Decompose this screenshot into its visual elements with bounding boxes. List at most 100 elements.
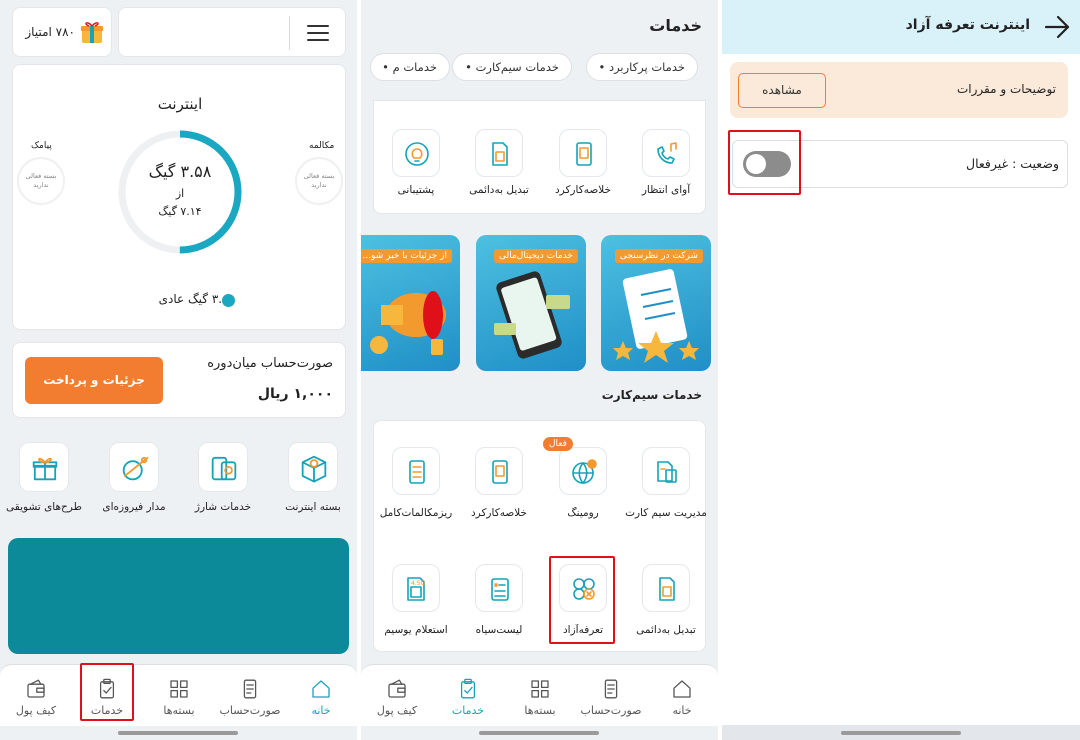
sim-service-item[interactable]: تبدیل به‌دائمی — [624, 564, 708, 640]
chip-sim-label: خدمات سیم‌کارت — [475, 60, 559, 74]
charge-services-tile — [198, 442, 248, 492]
charge-services-icon — [207, 451, 241, 489]
home-indicator — [841, 731, 961, 735]
service-tile — [392, 447, 440, 495]
bottom-nav: خانه صورت‌حساب بسته‌ها خدمات کیف پول — [0, 664, 357, 726]
usage-summary-icon — [485, 457, 515, 491]
quick-action-label: مدار فیروزه‌ای — [102, 501, 166, 513]
service-label: مدیریت سیم کارت — [625, 507, 707, 519]
wallet-icon — [362, 677, 432, 701]
nav-item[interactable]: کیف پول — [362, 665, 432, 727]
status-toggle[interactable] — [743, 151, 791, 177]
service-tile — [475, 447, 523, 495]
gift-icon — [81, 20, 103, 44]
nav-item[interactable]: بسته‌ها — [505, 665, 575, 727]
packages-grid-icon — [144, 677, 214, 701]
bill-icon — [215, 677, 285, 701]
detail-title: اینترنت تعرفه آزاد — [905, 17, 1030, 33]
popular-services-card: آوای انتظار خلاصه‌کارکرد تبدیل به‌دائمی پشت… — [373, 100, 706, 214]
banner-digital-finance[interactable]: خدمات دیجیتال‌مالی — [476, 235, 586, 371]
nav-label: بسته‌ها — [524, 704, 556, 717]
usage-summary-icon — [569, 139, 599, 173]
service-label: آوای انتظار — [641, 184, 691, 196]
home-indicator — [479, 731, 599, 735]
nav-item[interactable]: صورت‌حساب — [576, 665, 646, 727]
turquoise-orbit-tile — [109, 442, 159, 492]
internet-package-tile — [288, 442, 338, 492]
popular-service-item[interactable]: تبدیل به‌دائمی — [457, 129, 541, 205]
megaphone-illustration — [370, 291, 446, 355]
service-tile — [642, 564, 690, 612]
free-tariff-icon — [569, 574, 599, 608]
popular-service-item[interactable]: پشتیبانی — [374, 129, 458, 205]
nav-item[interactable]: خانه — [647, 665, 717, 727]
internet-usage-card[interactable]: اینترنت ۳.۵۸ گیگ از ۷.۱۴ گیگ پیامک بسته … — [12, 64, 346, 330]
sim-service-item[interactable]: لیست‌سیاه — [457, 564, 541, 640]
gift-plans-icon — [28, 451, 62, 489]
service-tile — [642, 129, 690, 177]
quick-action-item[interactable]: بسته اینترنت — [268, 442, 357, 522]
bill-card: صورت‌حساب میان‌دوره ۱,۰۰۰ ریال جزئیات و … — [12, 342, 346, 418]
view-terms-button[interactable]: مشاهده — [738, 73, 826, 108]
popular-service-item[interactable]: آوای انتظار — [624, 129, 708, 205]
call-ring[interactable]: بسته فعالی ندارید — [295, 157, 343, 205]
bill-title: صورت‌حساب میان‌دوره — [207, 356, 333, 371]
sim-service-item[interactable]: ریزمکالمات‌کامل — [374, 447, 458, 523]
quick-action-item[interactable]: خدمات شارژ — [178, 442, 268, 522]
nav-item[interactable]: خانه — [286, 665, 356, 727]
roaming-globe-icon — [569, 457, 599, 491]
nav-item[interactable]: خدمات — [433, 665, 503, 727]
popular-service-item[interactable]: خلاصه‌کارکرد — [541, 129, 625, 205]
service-label: ریزمکالمات‌کامل — [379, 507, 453, 519]
call-details-icon — [402, 457, 432, 491]
sms-ring[interactable]: بسته فعالی ندارید — [17, 157, 65, 205]
gift-plans-tile — [19, 442, 69, 492]
survey-illustration — [613, 269, 699, 363]
banner-survey[interactable]: شرکت در نظرسنجی — [601, 235, 711, 371]
wallet-icon — [1, 677, 71, 701]
hamburger-menu-icon[interactable] — [307, 24, 329, 42]
services-title: خدمات — [649, 16, 702, 35]
sim-service-item[interactable]: مدیریت سیم کارت — [624, 447, 708, 523]
chip-sim[interactable]: خدمات سیم‌کارت • — [452, 53, 572, 81]
service-label: خلاصه‌کارکرد — [554, 184, 612, 196]
convert-permanent-icon — [652, 574, 682, 608]
quick-action-item[interactable]: طرح‌های تشویقی — [0, 442, 89, 522]
chip-popular[interactable]: خدمات پرکاربرد • — [585, 53, 698, 81]
terms-box: توضیحات و مقررات مشاهده — [730, 62, 1068, 118]
top-search-bar[interactable] — [118, 7, 346, 57]
chip-more[interactable]: خدمات م • — [370, 53, 450, 81]
sim-service-item[interactable]: خلاصه‌کارکرد — [457, 447, 541, 523]
service-label: رومینگ — [567, 507, 599, 519]
nav-item[interactable]: بسته‌ها — [144, 665, 214, 727]
home-screen: ۷۸۰ امتیاز اینترنت ۳.۵۸ گیگ از ۷.۱۴ گیگ … — [0, 0, 357, 740]
nav-label: خانه — [311, 704, 331, 717]
banner-news[interactable]: از جزئیات با خبر شو... — [361, 235, 460, 371]
call-label: مکالمه — [309, 141, 335, 151]
turquoise-orbit-icon — [118, 451, 152, 489]
service-tile: 4.5G — [392, 564, 440, 612]
nav-label: بسته‌ها — [163, 704, 195, 717]
detail-header: اینترنت تعرفه آزاد — [722, 0, 1080, 54]
sim-service-item[interactable]: تعرفه‌آزاد — [541, 564, 625, 640]
sim-service-item[interactable]: 4.5G استعلام یوسیم — [374, 564, 458, 640]
blacklist-icon — [485, 574, 515, 608]
ring-of: از — [175, 187, 185, 200]
service-tile — [392, 129, 440, 177]
points-box[interactable]: ۷۸۰ امتیاز — [12, 7, 112, 57]
nav-item[interactable]: صورت‌حساب — [215, 665, 285, 727]
nav-label: کیف پول — [15, 704, 57, 717]
back-arrow-icon[interactable] — [1044, 14, 1070, 40]
nav-item[interactable]: کیف پول — [1, 665, 71, 727]
bill-icon — [576, 677, 646, 701]
promo-banner[interactable] — [8, 538, 349, 654]
sim-service-item[interactable]: رومینگ — [541, 447, 625, 523]
nav-item[interactable]: خدمات — [72, 665, 142, 727]
quick-action-label: خدمات شارژ — [194, 501, 252, 513]
active-badge: فعال — [543, 437, 573, 451]
pay-button[interactable]: جزئیات و پرداخت — [25, 357, 163, 404]
phone-illustration — [494, 271, 570, 359]
quick-action-item[interactable]: مدار فیروزه‌ای — [89, 442, 179, 522]
nav-label: خدمات — [90, 704, 124, 717]
sim-management-icon — [652, 457, 682, 491]
